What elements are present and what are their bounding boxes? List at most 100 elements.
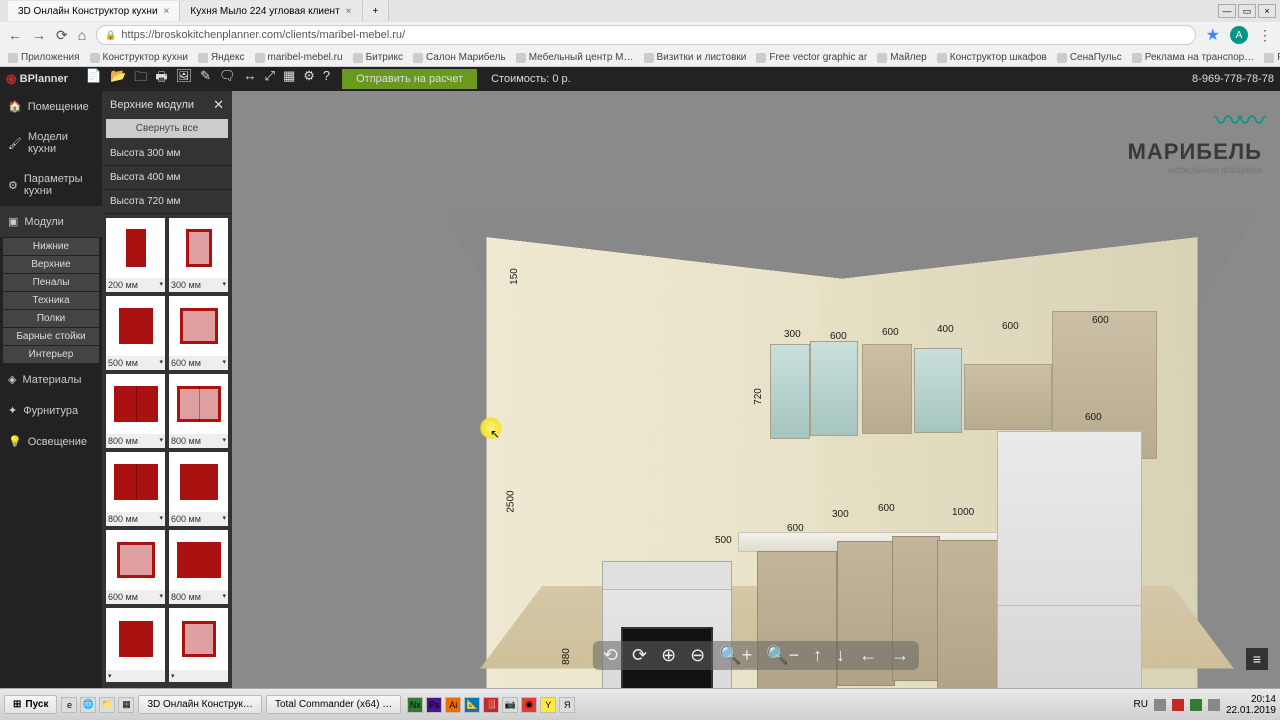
view-control-button[interactable]: 🔍− bbox=[766, 645, 799, 666]
close-icon[interactable]: × bbox=[164, 6, 170, 17]
toolbar-icon[interactable]: ? bbox=[323, 68, 330, 90]
module-group-header[interactable]: Высота 300 мм bbox=[102, 142, 232, 166]
toolbar-icon[interactable]: 📂 bbox=[110, 68, 126, 90]
ql-icon[interactable]: e bbox=[61, 697, 77, 713]
range-hood[interactable] bbox=[964, 364, 1052, 430]
view-control-button[interactable]: ↓ bbox=[836, 645, 845, 666]
module-card[interactable]: 600 мм bbox=[169, 296, 228, 370]
browser-tab[interactable]: Кухня Мыло 224 угловая клиент × bbox=[180, 1, 362, 21]
module-card[interactable]: 500 мм bbox=[106, 296, 165, 370]
toolbar-icon[interactable]: 📄 bbox=[86, 68, 102, 90]
ql-icon[interactable]: 📕 bbox=[483, 697, 499, 713]
taskbar-task[interactable]: 3D Онлайн Конструк… bbox=[138, 695, 261, 714]
ql-icon[interactable]: Ai bbox=[445, 697, 461, 713]
bookmark-item[interactable]: Мебельный центр М… bbox=[516, 52, 634, 63]
3d-viewport[interactable]: 2500 880 720 150 300 600 600 400 600 600… bbox=[232, 91, 1280, 688]
ql-icon[interactable]: ◉ bbox=[521, 697, 537, 713]
sidebar-item[interactable]: 🏠Помещение bbox=[0, 91, 102, 122]
module-card[interactable]: 800 мм bbox=[169, 530, 228, 604]
module-card[interactable]: 800 мм bbox=[106, 374, 165, 448]
new-tab-button[interactable]: + bbox=[363, 1, 390, 21]
profile-avatar[interactable]: A bbox=[1230, 26, 1248, 44]
browser-tab-active[interactable]: 3D Онлайн Конструктор кухни × bbox=[8, 1, 180, 21]
home-button[interactable]: ⌂ bbox=[78, 27, 86, 43]
toolbar-icon[interactable]: ✎ bbox=[200, 68, 211, 90]
view-control-button[interactable]: ⊖ bbox=[690, 645, 705, 666]
ql-icon[interactable]: Я bbox=[559, 697, 575, 713]
bookmark-item[interactable]: Визитки и листовки bbox=[644, 52, 747, 63]
toolbar-icon[interactable]: ↔ bbox=[244, 68, 257, 90]
ql-icon[interactable]: Nx bbox=[407, 697, 423, 713]
view-menu-button[interactable]: ≡ bbox=[1246, 648, 1268, 670]
view-control-button[interactable]: ↑ bbox=[813, 645, 822, 666]
sidebar-sub-item[interactable]: Барные стойки bbox=[3, 328, 99, 345]
bookmark-item[interactable]: Приложения bbox=[8, 52, 80, 63]
sidebar-item[interactable]: ⚙Параметры кухни bbox=[0, 164, 102, 206]
sidebar-item[interactable]: 🖌Модели кухни bbox=[0, 122, 102, 164]
module-card[interactable] bbox=[106, 608, 165, 682]
module-group-header[interactable]: Высота 720 мм bbox=[102, 190, 232, 214]
bookmark-item[interactable]: Битрикс bbox=[353, 52, 403, 63]
ql-icon[interactable]: 🌐 bbox=[80, 697, 96, 713]
toolbar-icon[interactable]: ⚙ bbox=[303, 68, 315, 90]
close-button[interactable]: × bbox=[1258, 4, 1276, 18]
sidebar-item[interactable]: ◈Материалы bbox=[0, 364, 102, 395]
reload-button[interactable]: ⟳ bbox=[56, 27, 68, 44]
tray-icon[interactable] bbox=[1154, 699, 1166, 711]
sidebar-item[interactable]: ✦Фурнитура bbox=[0, 395, 102, 426]
app-logo[interactable]: ֍ BPlanner bbox=[6, 70, 68, 88]
bookmark-item[interactable]: Конструктор шкафов bbox=[937, 52, 1047, 63]
close-icon[interactable]: × bbox=[346, 6, 352, 17]
start-button[interactable]: ⊞ Пуск bbox=[4, 695, 57, 714]
sidebar-item[interactable]: 💡Освещение bbox=[0, 426, 102, 457]
toolbar-icon[interactable]: ▦ bbox=[283, 68, 295, 90]
view-control-button[interactable]: → bbox=[891, 645, 909, 666]
module-card[interactable]: 800 мм bbox=[106, 452, 165, 526]
toolbar-icon[interactable]: 🗨 bbox=[219, 68, 236, 90]
sidebar-sub-item[interactable]: Пеналы bbox=[3, 274, 99, 291]
sidebar-sub-item[interactable]: Полки bbox=[3, 310, 99, 327]
forward-button[interactable]: → bbox=[32, 27, 46, 43]
sidebar-sub-item[interactable]: Интерьер bbox=[3, 346, 99, 363]
ql-icon[interactable]: 📐 bbox=[464, 697, 480, 713]
bookmark-item[interactable]: Майлер bbox=[877, 52, 927, 63]
upper-cabinet[interactable] bbox=[862, 344, 912, 434]
sidebar-sub-item[interactable]: Верхние bbox=[3, 256, 99, 273]
bookmark-item[interactable]: Конструктор кухни bbox=[90, 52, 188, 63]
upper-cabinet[interactable] bbox=[810, 341, 858, 436]
sidebar-sub-item[interactable]: Техника bbox=[3, 292, 99, 309]
view-control-button[interactable]: 🔍+ bbox=[719, 645, 752, 666]
view-control-button[interactable]: ← bbox=[859, 645, 877, 666]
bookmark-item[interactable]: Free vector graphic ar bbox=[756, 52, 867, 63]
bookmark-item[interactable]: Реклама на транспор… bbox=[1132, 52, 1255, 63]
url-input[interactable]: 🔒 https://broskokitchenplanner.com/clien… bbox=[96, 25, 1195, 45]
toolbar-icon[interactable]: 🗀 bbox=[134, 68, 147, 90]
module-card[interactable]: 200 мм bbox=[106, 218, 165, 292]
toolbar-icon[interactable]: 🖶 bbox=[155, 68, 167, 90]
bookmark-item[interactable]: СенаПульс bbox=[1057, 52, 1122, 63]
ql-icon[interactable]: ▦ bbox=[118, 697, 134, 713]
ql-icon[interactable]: Ps bbox=[426, 697, 442, 713]
tray-icon[interactable] bbox=[1190, 699, 1202, 711]
module-card[interactable]: 600 мм bbox=[169, 452, 228, 526]
toolbar-icon[interactable]: ⤢ bbox=[265, 68, 275, 90]
menu-icon[interactable]: ⋮ bbox=[1258, 27, 1272, 44]
send-button[interactable]: Отправить на расчет bbox=[342, 69, 477, 89]
bookmark-star-icon[interactable]: ★ bbox=[1206, 25, 1220, 45]
back-button[interactable]: ← bbox=[8, 27, 22, 43]
module-card[interactable] bbox=[169, 608, 228, 682]
sidebar-item[interactable]: ▣Модули bbox=[0, 206, 102, 237]
toolbar-icon[interactable]: 🖼 bbox=[176, 68, 193, 90]
upper-cabinet[interactable] bbox=[770, 344, 810, 439]
module-card[interactable]: 800 мм bbox=[169, 374, 228, 448]
maximize-button[interactable]: ▭ bbox=[1238, 4, 1256, 18]
lang-indicator[interactable]: RU bbox=[1133, 699, 1147, 710]
taskbar-task[interactable]: Total Commander (x64) … bbox=[266, 695, 401, 714]
view-control-button[interactable]: ⟲ bbox=[603, 645, 618, 666]
ql-icon[interactable]: 📷 bbox=[502, 697, 518, 713]
bookmark-item[interactable]: maribel-mebel.ru bbox=[255, 52, 343, 63]
tray-icon[interactable] bbox=[1208, 699, 1220, 711]
tray-icon[interactable] bbox=[1172, 699, 1184, 711]
bookmark-item[interactable]: Салон Марибель bbox=[413, 52, 506, 63]
ql-icon[interactable]: 📁 bbox=[99, 697, 115, 713]
